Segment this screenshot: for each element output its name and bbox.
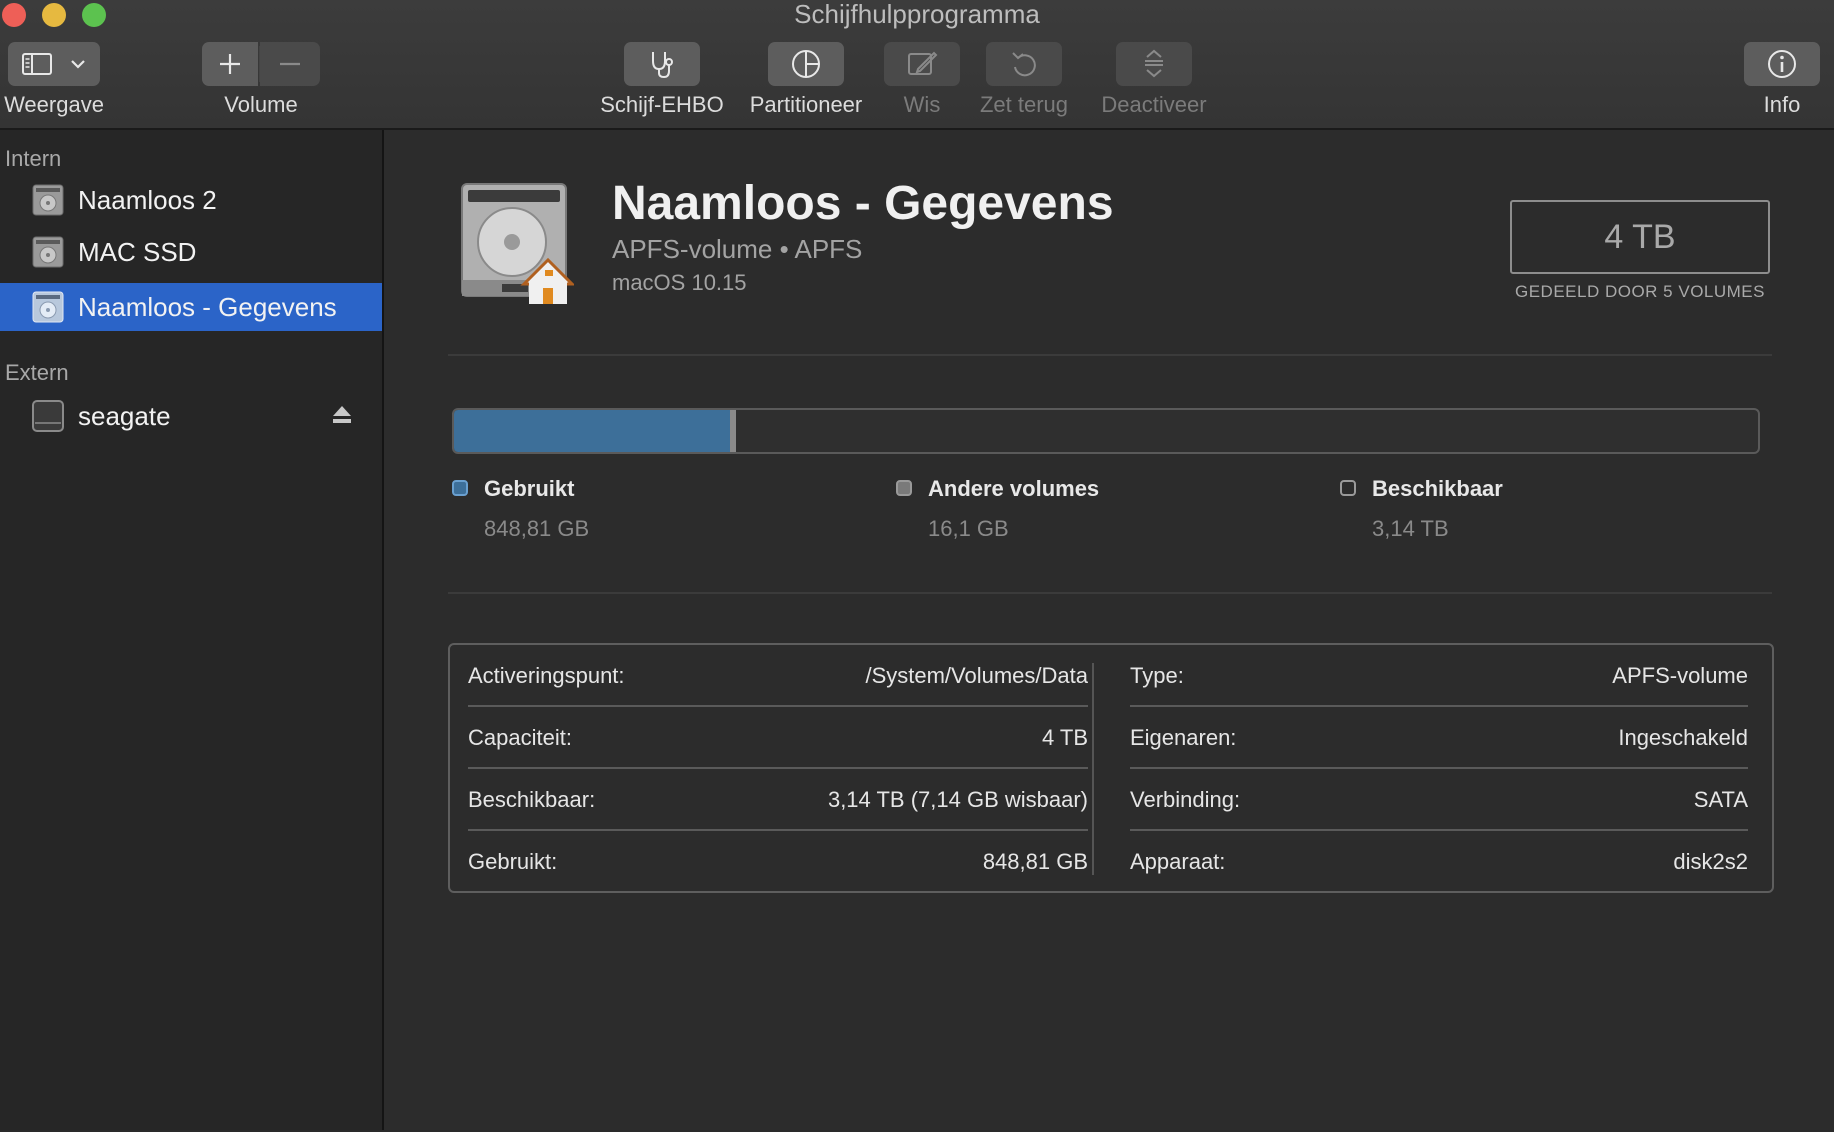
info-row-available: Beschikbaar: 3,14 TB (7,14 GB wisbaar) [468,769,1088,831]
capacity-caption: GEDEELD DOOR 5 VOLUMES [1514,282,1765,301]
toolbar: Schijfhulpprogramma Weergave Volume Schi… [0,0,1834,130]
info-key: Apparaat: [1130,849,1226,874]
info-value: disk2s2 [1673,849,1748,874]
column-divider [1092,663,1094,875]
divider [448,592,1772,594]
info-row-owners: Eigenaren: Ingeschakeld [1130,707,1748,769]
hard-disk-icon [32,184,64,216]
partition-button[interactable] [768,42,844,86]
unmount-icon [1145,49,1163,78]
unmount-label: Deactiveer [1101,92,1207,117]
sidebar: Intern Naamloos 2 MAC SSD Naamloos - Geg… [0,130,384,1130]
sidebar-item-label: MAC SSD [78,236,197,267]
legend-value: 848,81 GB [484,516,590,541]
legend-label: Beschikbaar [1372,476,1503,501]
usage-bar [452,408,1760,454]
sidebar-item-label: seagate [78,400,171,431]
info-value: APFS-volume [1612,663,1748,688]
unmount-button[interactable] [1116,42,1192,86]
external-drive-icon [32,400,64,432]
volume-home-disk-icon [461,183,574,304]
restore-button[interactable] [986,42,1062,86]
info-value: 848,81 GB [982,849,1088,874]
info-value: SATA [1693,787,1748,812]
capacity-box: 4 TB [1510,200,1770,274]
sidebar-item-naamloos-2[interactable]: Naamloos 2 [0,176,382,224]
view-button[interactable] [8,42,100,86]
pie-chart-icon [792,50,820,78]
undo-arrow-icon [1012,52,1036,77]
info-value: 3,14 TB (7,14 GB wisbaar) [827,787,1088,812]
usage-bar-other [730,410,736,452]
partition-label: Partitioneer [749,92,863,117]
view-label: Weergave [4,92,104,117]
add-volume-button[interactable] [202,42,258,86]
info-icon [1768,50,1796,78]
legend-swatch [452,480,468,496]
sidebar-icon [22,53,52,75]
info-key: Verbinding: [1130,787,1241,812]
info-label: Info [1763,92,1801,117]
eject-icon[interactable] [332,404,352,426]
volume-name: Naamloos - Gegevens [612,177,1114,230]
legend-label: Gebruikt [484,476,575,501]
hard-disk-icon [32,236,64,268]
sidebar-item-seagate[interactable]: seagate [0,392,382,440]
stethoscope-icon [652,52,673,79]
window-title: Schijfhulpprogramma [794,0,1040,29]
info-row-capacity: Capaciteit: 4 TB [468,707,1088,769]
usage-bar-used [454,410,731,452]
volume-os: macOS 10.15 [612,270,747,295]
first-aid-button[interactable] [624,42,700,86]
remove-volume-button[interactable] [260,42,320,86]
main-panel: Naamloos - Gegevens APFS-volume • APFS m… [384,130,1834,1130]
info-row-used: Gebruikt: 848,81 GB [468,831,1088,893]
minus-icon [280,62,300,66]
volume-subtitle: APFS-volume • APFS [612,234,863,264]
info-key: Type: [1130,663,1184,688]
sidebar-item-naamloos-gegevens[interactable]: Naamloos - Gegevens [0,283,382,331]
info-key: Capaciteit: [468,725,572,750]
restore-label: Zet terug [979,92,1069,117]
sidebar-header-internal: Intern [5,146,62,171]
legend-swatch [1340,480,1356,496]
legend-label: Andere volumes [928,476,1100,501]
sidebar-header-external: Extern [5,360,69,385]
info-row-connection: Verbinding: SATA [1130,769,1748,831]
info-value: 4 TB [1041,725,1088,750]
info-row-device: Apparaat: disk2s2 [1130,831,1748,893]
erase-pencil-icon [908,51,938,75]
sidebar-item-label: Naamloos - Gegevens [78,291,337,322]
divider [448,354,1772,356]
info-key: Activeringspunt: [468,663,625,688]
info-button[interactable] [1744,42,1820,86]
legend-value: 3,14 TB [1372,516,1449,541]
info-key: Beschikbaar: [468,787,596,812]
info-value: /System/Volumes/Data [865,663,1088,688]
hard-disk-icon [32,291,64,323]
info-key: Eigenaren: [1130,725,1237,750]
first-aid-label: Schijf-EHBO [600,92,724,117]
info-value: Ingeschakeld [1618,725,1748,750]
sidebar-item-mac-ssd[interactable]: MAC SSD [0,228,382,276]
sidebar-item-label: Naamloos 2 [78,184,217,215]
erase-button[interactable] [884,42,960,86]
info-key: Gebruikt: [468,849,558,874]
chevron-down-icon [71,60,85,69]
plus-icon [220,54,240,74]
info-row-mount-point: Activeringspunt: /System/Volumes/Data [468,645,1088,707]
volume-label: Volume [224,92,298,117]
legend-swatch [896,480,912,496]
info-table: Activeringspunt: /System/Volumes/Data Ca… [448,643,1774,893]
legend-value: 16,1 GB [928,516,1009,541]
info-row-type: Type: APFS-volume [1130,645,1748,707]
